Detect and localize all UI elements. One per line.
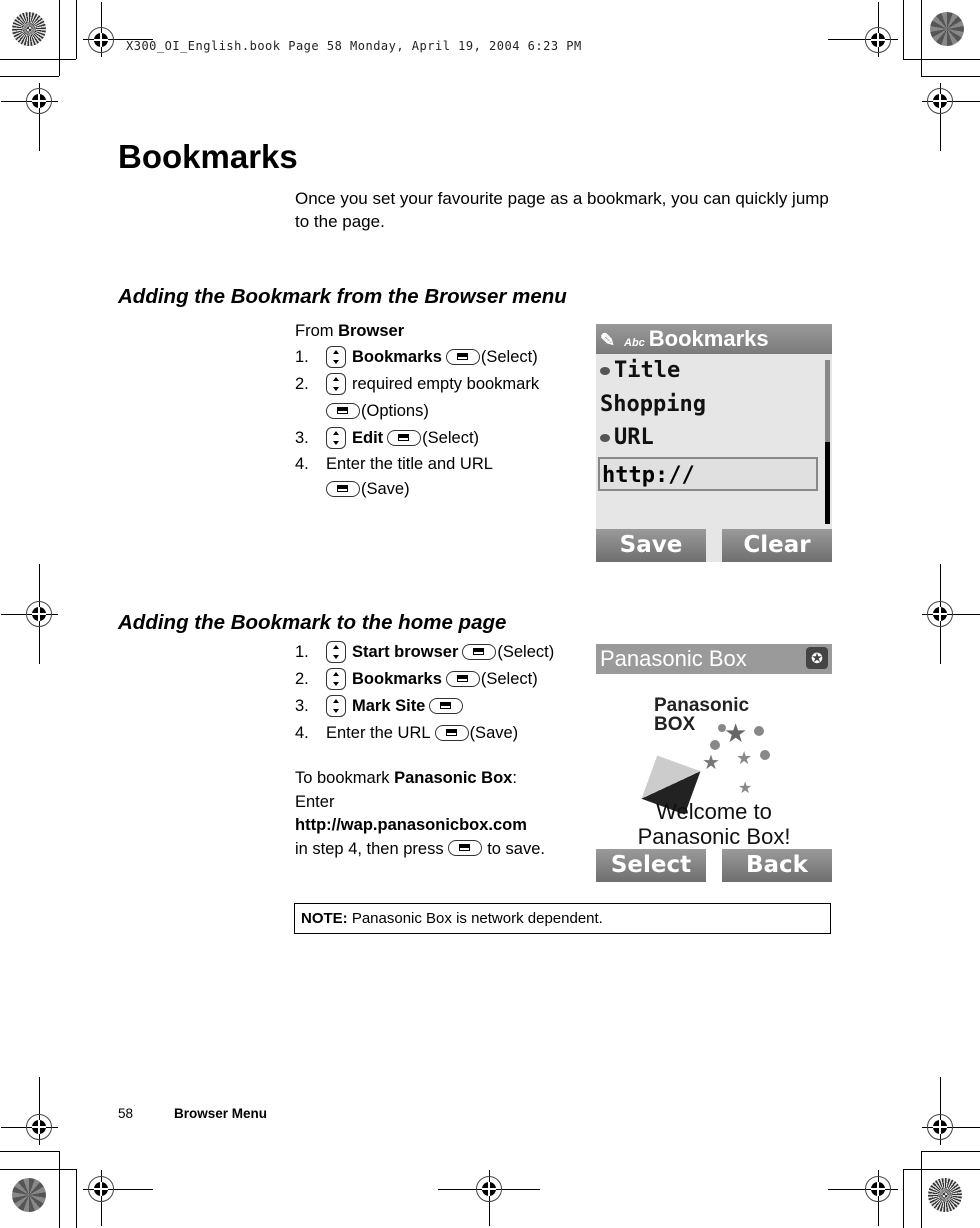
ball-icon: [760, 750, 770, 760]
step-item: 3. Mark Site: [295, 693, 554, 720]
step-item: 3. Edit (Select): [295, 425, 539, 452]
nav-key-icon: [326, 426, 346, 449]
softkey-clear: Clear: [722, 529, 832, 562]
star-icon: ★: [724, 718, 748, 748]
from-line: From Browser: [295, 322, 405, 340]
pencil-icon: ✎: [600, 330, 616, 350]
page-number: 58: [118, 1106, 134, 1121]
field-value-title: Shopping: [600, 392, 706, 417]
section-heading-browser-menu: Adding the Bookmark from the Browser men…: [118, 285, 567, 308]
soft-key-icon: [445, 348, 480, 365]
registration-mark-icon: [26, 88, 52, 114]
registration-mark-icon: [927, 88, 953, 114]
softkey-back: Back: [722, 849, 832, 882]
note-text: Panasonic Box is network dependent.: [347, 910, 603, 927]
registration-mark-icon: [927, 601, 953, 627]
section-heading-home-page: Adding the Bookmark to the home page: [118, 611, 507, 634]
soft-key-icon: [434, 724, 469, 741]
phone-screen-bookmark-edit: ✎ Abc Bookmarks Title Shopping URL http://…: [596, 324, 832, 562]
nav-key-icon: [326, 694, 346, 717]
color-rosette-icon: [928, 1178, 962, 1212]
step-item: 1. Start browser (Select): [295, 639, 554, 666]
phone-screen-panasonic-box: Panasonic Box ✪ Panasonic BOX ★ ★ ★ ★ We…: [596, 644, 832, 882]
soft-key-icon: [447, 840, 482, 857]
nav-key-icon: [326, 372, 346, 395]
softkey-save: Save: [596, 529, 706, 562]
footer-section-title: Browser Menu: [174, 1106, 268, 1121]
soft-key-icon: [326, 402, 360, 419]
field-label-url: URL: [600, 425, 654, 450]
nav-key-icon: [326, 667, 346, 690]
steps-home-page: 1. Start browser (Select) 2. Bookmarks (Sele…: [295, 639, 554, 861]
color-rosette-icon: [12, 1178, 46, 1212]
registration-mark-icon: [26, 601, 52, 627]
ball-icon: [754, 726, 764, 736]
page-title: Bookmarks: [118, 138, 298, 175]
registration-mark-icon: [865, 1176, 891, 1202]
color-rosette-icon: [12, 12, 46, 46]
registration-mark-icon: [88, 1176, 114, 1202]
bullet-icon: [600, 434, 610, 442]
step-item: 4. Enter the title and URL: [295, 455, 493, 473]
steps-browser-menu: From Browser 1. Bookmarks (Select) 2. requi…: [295, 318, 539, 503]
color-rosette-icon: [930, 12, 964, 46]
star-icon: ★: [702, 752, 720, 774]
from-value: Browser: [338, 322, 405, 340]
registration-mark-icon: [88, 27, 114, 53]
star-icon: ★: [736, 748, 753, 768]
soft-key-icon: [429, 697, 464, 714]
print-header: X300_OI_English.book Page 58 Monday, Apr…: [126, 39, 582, 53]
registration-mark-icon: [865, 27, 891, 53]
nav-key-icon: [326, 345, 346, 368]
note-label: NOTE:: [301, 910, 348, 927]
step-item: 1. Bookmarks (Select): [295, 344, 539, 371]
welcome-line-1: Welcome to: [656, 799, 772, 824]
screen-title-bar: ✎ Abc Bookmarks: [596, 324, 832, 354]
step-continuation: (Save): [295, 476, 539, 503]
nav-key-icon: [326, 640, 346, 663]
step-item: 2. required empty bookmark: [295, 371, 539, 398]
ball-icon: [718, 724, 726, 732]
bullet-icon: [600, 367, 610, 375]
scrollbar: [825, 360, 830, 524]
registration-mark-icon: [927, 1114, 953, 1140]
screen-title-bar: Panasonic Box ✪: [596, 644, 832, 674]
note-box: NOTE: Panasonic Box is network dependent…: [294, 903, 831, 934]
soft-key-icon: [462, 643, 497, 660]
field-label-title: Title: [600, 358, 680, 383]
step-item: 4. Enter the URL (Save): [295, 724, 519, 742]
step-item: 2. Bookmarks (Select): [295, 666, 554, 693]
intro-paragraph: Once you set your favourite page as a bo…: [295, 189, 829, 231]
soft-key-icon: [445, 670, 480, 687]
registration-mark-icon: [26, 1114, 52, 1140]
tip-paragraph: To bookmark Panasonic Box: Enter http://…: [295, 767, 554, 861]
url-input: http://: [598, 457, 818, 491]
star-icon: ★: [738, 780, 753, 797]
welcome-line-2: Panasonic Box!: [637, 824, 791, 849]
browser-status-icon: ✪: [806, 647, 828, 669]
soft-key-icon: [387, 429, 422, 446]
text-mode-icon: Abc: [624, 337, 645, 349]
step-continuation: (Options): [295, 398, 539, 425]
soft-key-icon: [326, 480, 360, 497]
panasonic-box-url: http://wap.panasonicbox.com: [295, 816, 527, 834]
softkey-select: Select: [596, 849, 706, 882]
ball-icon: [710, 740, 720, 750]
registration-mark-icon: [476, 1176, 502, 1202]
